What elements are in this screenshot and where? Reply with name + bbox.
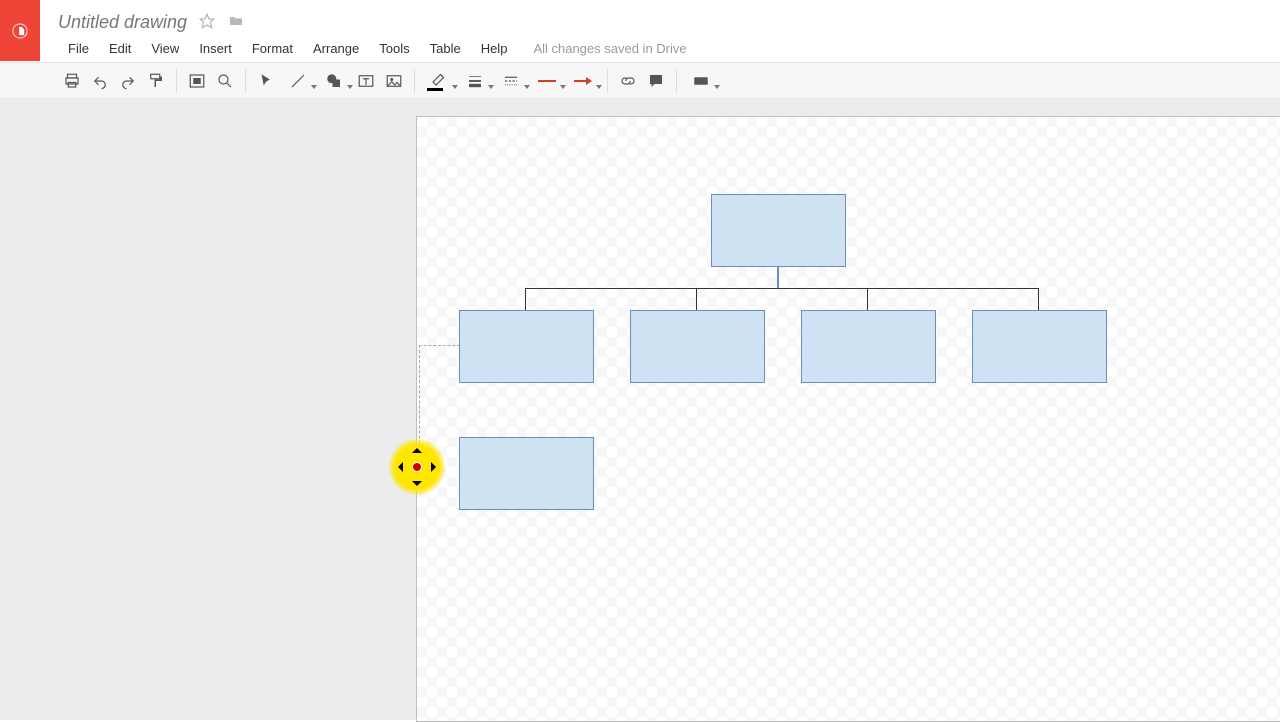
menu-view[interactable]: View [141, 38, 189, 59]
toolbar [0, 62, 1280, 100]
connector [867, 288, 868, 310]
redo-icon[interactable] [115, 68, 141, 94]
connector [525, 288, 1039, 289]
menu-table[interactable]: Table [420, 38, 471, 59]
paint-format-icon[interactable] [143, 68, 169, 94]
menu-file[interactable]: File [58, 38, 99, 59]
input-tools-icon[interactable] [684, 68, 718, 94]
document-title[interactable]: Untitled drawing [58, 12, 187, 33]
image-icon[interactable] [381, 68, 407, 94]
shape-child-4[interactable] [972, 310, 1107, 383]
zoom-fit-icon[interactable] [184, 68, 210, 94]
select-icon[interactable] [253, 68, 279, 94]
menu-format[interactable]: Format [242, 38, 303, 59]
shape-child-1[interactable] [459, 310, 594, 383]
shape-root[interactable] [711, 194, 846, 267]
shape-child-2[interactable] [630, 310, 765, 383]
print-icon[interactable] [59, 68, 85, 94]
guide-line [419, 345, 420, 474]
line-color-icon[interactable] [422, 68, 456, 94]
comment-icon[interactable] [643, 68, 669, 94]
drawing-canvas[interactable] [416, 116, 1280, 722]
line-weight-icon[interactable] [458, 68, 492, 94]
workspace[interactable] [0, 98, 1280, 720]
shape-sub-1[interactable] [459, 437, 594, 510]
connector [1038, 288, 1039, 310]
menu-tools[interactable]: Tools [369, 38, 419, 59]
app-logo[interactable] [0, 0, 40, 61]
menu-edit[interactable]: Edit [99, 38, 141, 59]
connector [777, 265, 779, 289]
menu-arrange[interactable]: Arrange [303, 38, 369, 59]
menu-insert[interactable]: Insert [189, 38, 242, 59]
line-start-icon[interactable] [530, 68, 564, 94]
star-icon[interactable] [199, 13, 215, 32]
shape-tool-icon[interactable] [317, 68, 351, 94]
zoom-icon[interactable] [212, 68, 238, 94]
guide-line [419, 345, 460, 346]
undo-icon[interactable] [87, 68, 113, 94]
menu-help[interactable]: Help [471, 38, 518, 59]
shape-child-3[interactable] [801, 310, 936, 383]
text-box-icon[interactable] [353, 68, 379, 94]
connector [525, 288, 526, 310]
insert-link-icon[interactable] [615, 68, 641, 94]
line-tool-icon[interactable] [281, 68, 315, 94]
line-dash-icon[interactable] [494, 68, 528, 94]
menu-bar: File Edit View Insert Format Arrange Too… [58, 36, 687, 60]
cursor-highlight [389, 439, 445, 495]
connector [696, 288, 697, 310]
folder-icon[interactable] [227, 13, 245, 32]
save-status: All changes saved in Drive [533, 41, 686, 56]
line-end-icon[interactable] [566, 68, 600, 94]
